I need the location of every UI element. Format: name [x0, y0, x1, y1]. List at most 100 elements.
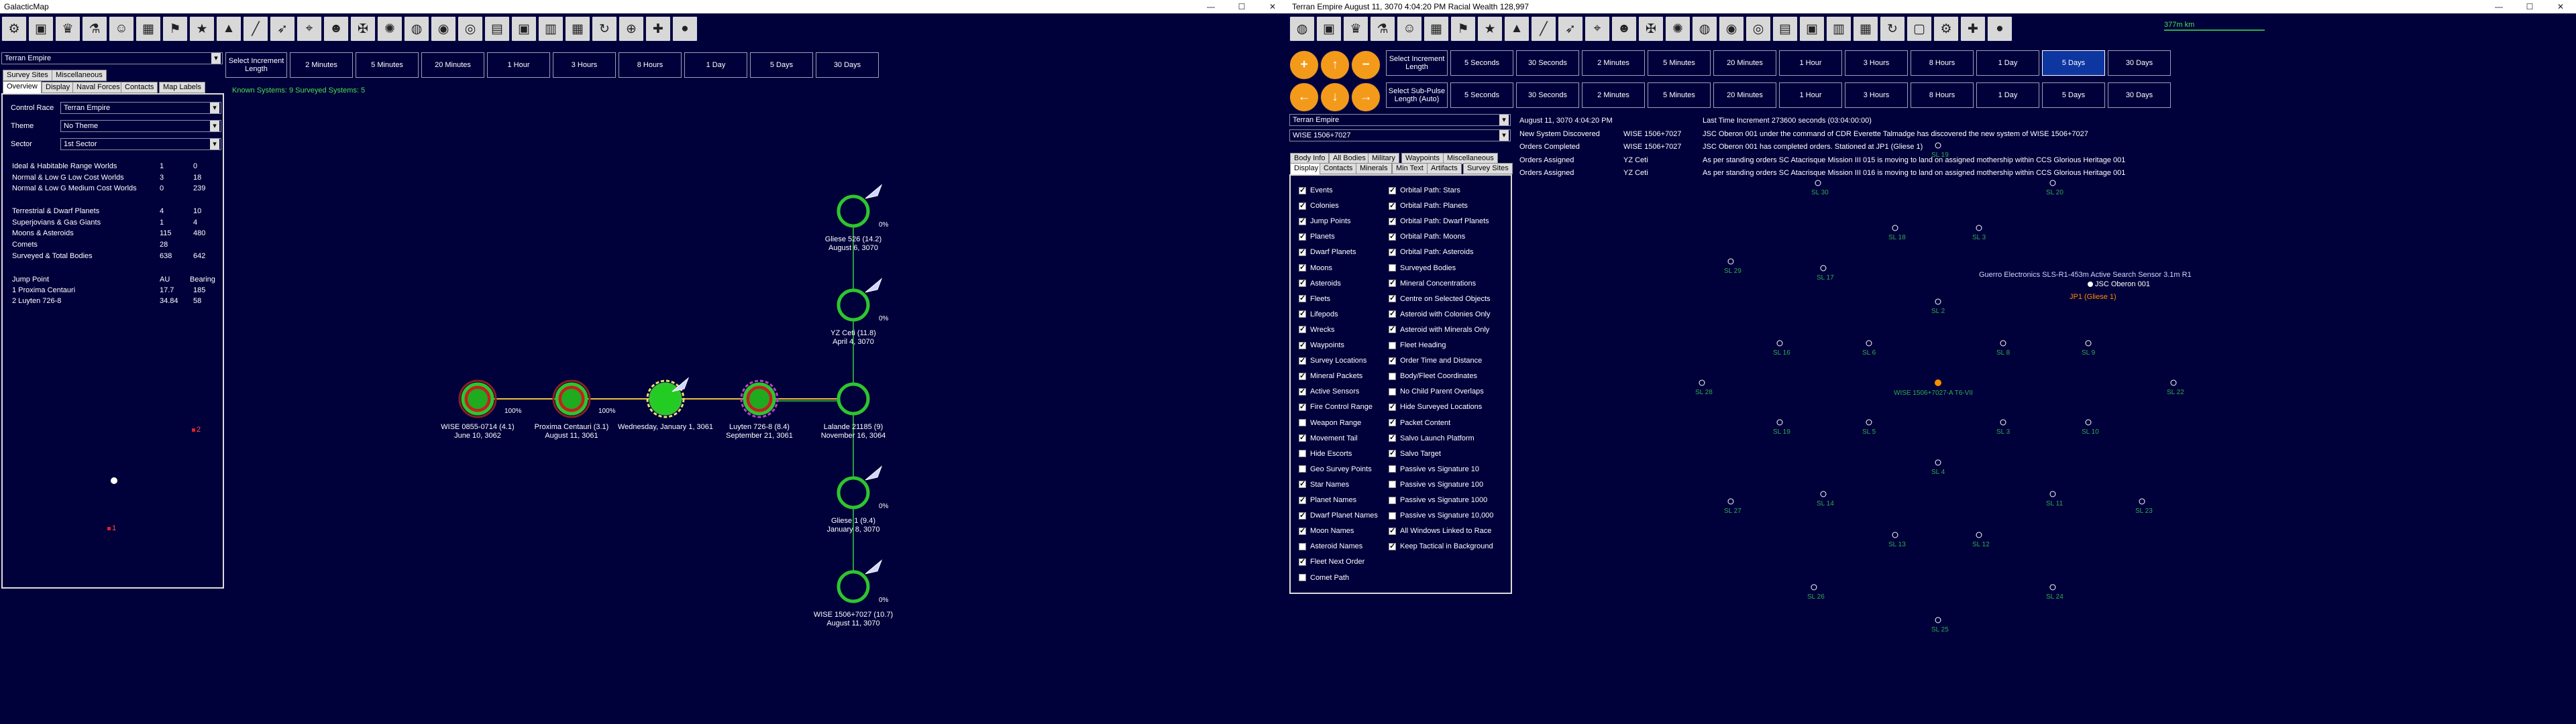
- maximize-button[interactable]: ☐: [2514, 2, 2545, 11]
- display-option[interactable]: No Child Parent Overlaps: [1389, 387, 1484, 396]
- crosshair-icon[interactable]: ⊕: [619, 16, 644, 42]
- time-button-5-days[interactable]: 5 Days: [750, 52, 813, 78]
- survey-location-marker[interactable]: [1699, 379, 1705, 386]
- portrait-icon[interactable]: ☻: [323, 16, 349, 42]
- survey-location-marker[interactable]: [1727, 258, 1734, 265]
- time-button-1-hour[interactable]: 1 Hour: [1779, 82, 1842, 108]
- checkbox[interactable]: [1299, 217, 1306, 225]
- survey-location-marker[interactable]: [2049, 491, 2056, 497]
- display-option[interactable]: Order Time and Distance: [1389, 356, 1482, 365]
- checkbox[interactable]: [1299, 402, 1306, 411]
- plus-icon[interactable]: ✚: [645, 16, 671, 42]
- checkbox[interactable]: [1389, 186, 1396, 194]
- checkbox[interactable]: [1299, 294, 1306, 303]
- minimize-button[interactable]: —: [2483, 2, 2514, 11]
- time-button-30-seconds[interactable]: 30 Seconds: [1516, 50, 1579, 76]
- display-option[interactable]: Asteroid with Colonies Only: [1389, 309, 1491, 318]
- calendar-icon[interactable]: ▥: [1826, 16, 1851, 42]
- display-option[interactable]: Orbital Path: Planets: [1389, 201, 1468, 210]
- survey-location-marker[interactable]: [1935, 298, 1941, 305]
- display-option[interactable]: Dwarf Planets: [1299, 247, 1356, 256]
- display-option[interactable]: Orbital Path: Stars: [1389, 186, 1460, 194]
- tab-artifacts[interactable]: Artifacts: [1427, 163, 1462, 174]
- missile-icon[interactable]: ➶: [270, 16, 295, 42]
- minimize-button[interactable]: —: [1195, 2, 1226, 11]
- ship-icon[interactable]: [672, 377, 690, 392]
- tab-miscellaneous[interactable]: Miscellaneous: [52, 70, 107, 81]
- display-option[interactable]: Wrecks: [1299, 324, 1334, 334]
- orb-icon[interactable]: ●: [1987, 16, 2012, 42]
- checkbox[interactable]: [1389, 542, 1396, 550]
- down-arrow-icon[interactable]: ↓: [1320, 82, 1350, 112]
- checkbox[interactable]: [1389, 465, 1396, 473]
- telescope-icon[interactable]: ⌖: [297, 16, 322, 42]
- display-option[interactable]: Salvo Target: [1389, 448, 1441, 458]
- tab-naval-forces[interactable]: Naval Forces: [72, 82, 124, 93]
- display-option[interactable]: Passive vs Signature 10: [1389, 465, 1479, 473]
- survey-location-marker[interactable]: [1815, 180, 1821, 186]
- system-node[interactable]: [837, 288, 870, 322]
- calendar-icon[interactable]: ▥: [538, 16, 564, 42]
- time-button-1-hour[interactable]: 1 Hour: [487, 52, 550, 78]
- checkbox[interactable]: [1389, 496, 1396, 504]
- checkbox[interactable]: [1389, 372, 1396, 380]
- zoom-in-icon[interactable]: +: [1289, 50, 1319, 80]
- checkbox[interactable]: [1299, 419, 1306, 426]
- display-option[interactable]: Hide Escorts: [1299, 450, 1352, 458]
- time-button-20-minutes[interactable]: 20 Minutes: [1713, 50, 1776, 76]
- left-arrow-icon[interactable]: ←: [1289, 82, 1319, 112]
- display-option[interactable]: Keep Tactical in Background: [1389, 542, 1493, 550]
- time-button-3-hours[interactable]: 3 Hours: [553, 52, 616, 78]
- system-node[interactable]: [461, 382, 494, 416]
- checkbox[interactable]: [1299, 186, 1306, 194]
- checkbox[interactable]: [1389, 526, 1396, 535]
- display-option[interactable]: Asteroid Names: [1299, 542, 1362, 550]
- star-icon[interactable]: ★: [189, 16, 215, 42]
- display-option[interactable]: Fire Control Range: [1299, 402, 1373, 411]
- display-option[interactable]: Survey Locations: [1299, 356, 1366, 365]
- display-option[interactable]: Moon Names: [1299, 526, 1354, 535]
- checkbox[interactable]: [1299, 574, 1306, 581]
- system-node[interactable]: [743, 382, 776, 416]
- sector-select[interactable]: 1st Sector: [60, 138, 221, 150]
- survey-location-marker[interactable]: [1820, 265, 1827, 272]
- survey-location-marker[interactable]: [2139, 498, 2145, 505]
- display-option[interactable]: Asteroids: [1299, 278, 1341, 288]
- increment-label-button[interactable]: Select Sub-Pulse Length (Auto): [1386, 82, 1448, 108]
- system-node[interactable]: [649, 382, 682, 416]
- survey-location-marker[interactable]: [2170, 379, 2177, 386]
- star-icon[interactable]: ★: [1477, 16, 1503, 42]
- missile-icon[interactable]: ➶: [1558, 16, 1583, 42]
- globe-icon[interactable]: ◍: [1289, 16, 1315, 42]
- cycle-icon[interactable]: ↻: [592, 16, 617, 42]
- checkbox[interactable]: [1299, 341, 1306, 349]
- checkbox[interactable]: [1299, 511, 1306, 520]
- checkbox[interactable]: [1299, 433, 1306, 442]
- time-button-2-minutes[interactable]: 2 Minutes: [1582, 82, 1645, 108]
- tab-survey-sites[interactable]: Survey Sites: [3, 70, 52, 81]
- display-option[interactable]: Hide Surveyed Locations: [1389, 402, 1482, 411]
- time-button-30-days[interactable]: 30 Days: [2108, 50, 2171, 76]
- ship-marker[interactable]: [2088, 282, 2093, 287]
- zoom-out-icon[interactable]: −: [1351, 50, 1381, 80]
- flask-icon[interactable]: ⚗: [82, 16, 107, 42]
- checkbox[interactable]: [1389, 511, 1396, 520]
- grid-icon[interactable]: ▦: [1424, 16, 1449, 42]
- display-option[interactable]: Fleet Next Order: [1299, 557, 1364, 566]
- time-button-30-days[interactable]: 30 Days: [2108, 82, 2171, 108]
- checkbox[interactable]: [1389, 232, 1396, 241]
- time-button-20-minutes[interactable]: 20 Minutes: [421, 52, 484, 78]
- checkbox[interactable]: [1389, 201, 1396, 210]
- display-option[interactable]: Active Sensors: [1299, 387, 1359, 396]
- time-button-3-hours[interactable]: 3 Hours: [1845, 82, 1908, 108]
- gear-icon[interactable]: ⚙: [1933, 16, 1959, 42]
- tab-contacts[interactable]: Contacts: [1320, 163, 1357, 174]
- time-button-1-day[interactable]: 1 Day: [1976, 82, 2039, 108]
- increment-label-button[interactable]: Select Increment Length: [225, 52, 287, 78]
- time-button-30-days[interactable]: 30 Days: [816, 52, 879, 78]
- checkbox[interactable]: [1299, 479, 1306, 489]
- checkbox[interactable]: [1299, 495, 1306, 504]
- display-option[interactable]: Lifepods: [1299, 309, 1338, 318]
- survey-location-marker[interactable]: [1935, 459, 1941, 466]
- hierarchy-icon[interactable]: ▣: [1316, 16, 1342, 42]
